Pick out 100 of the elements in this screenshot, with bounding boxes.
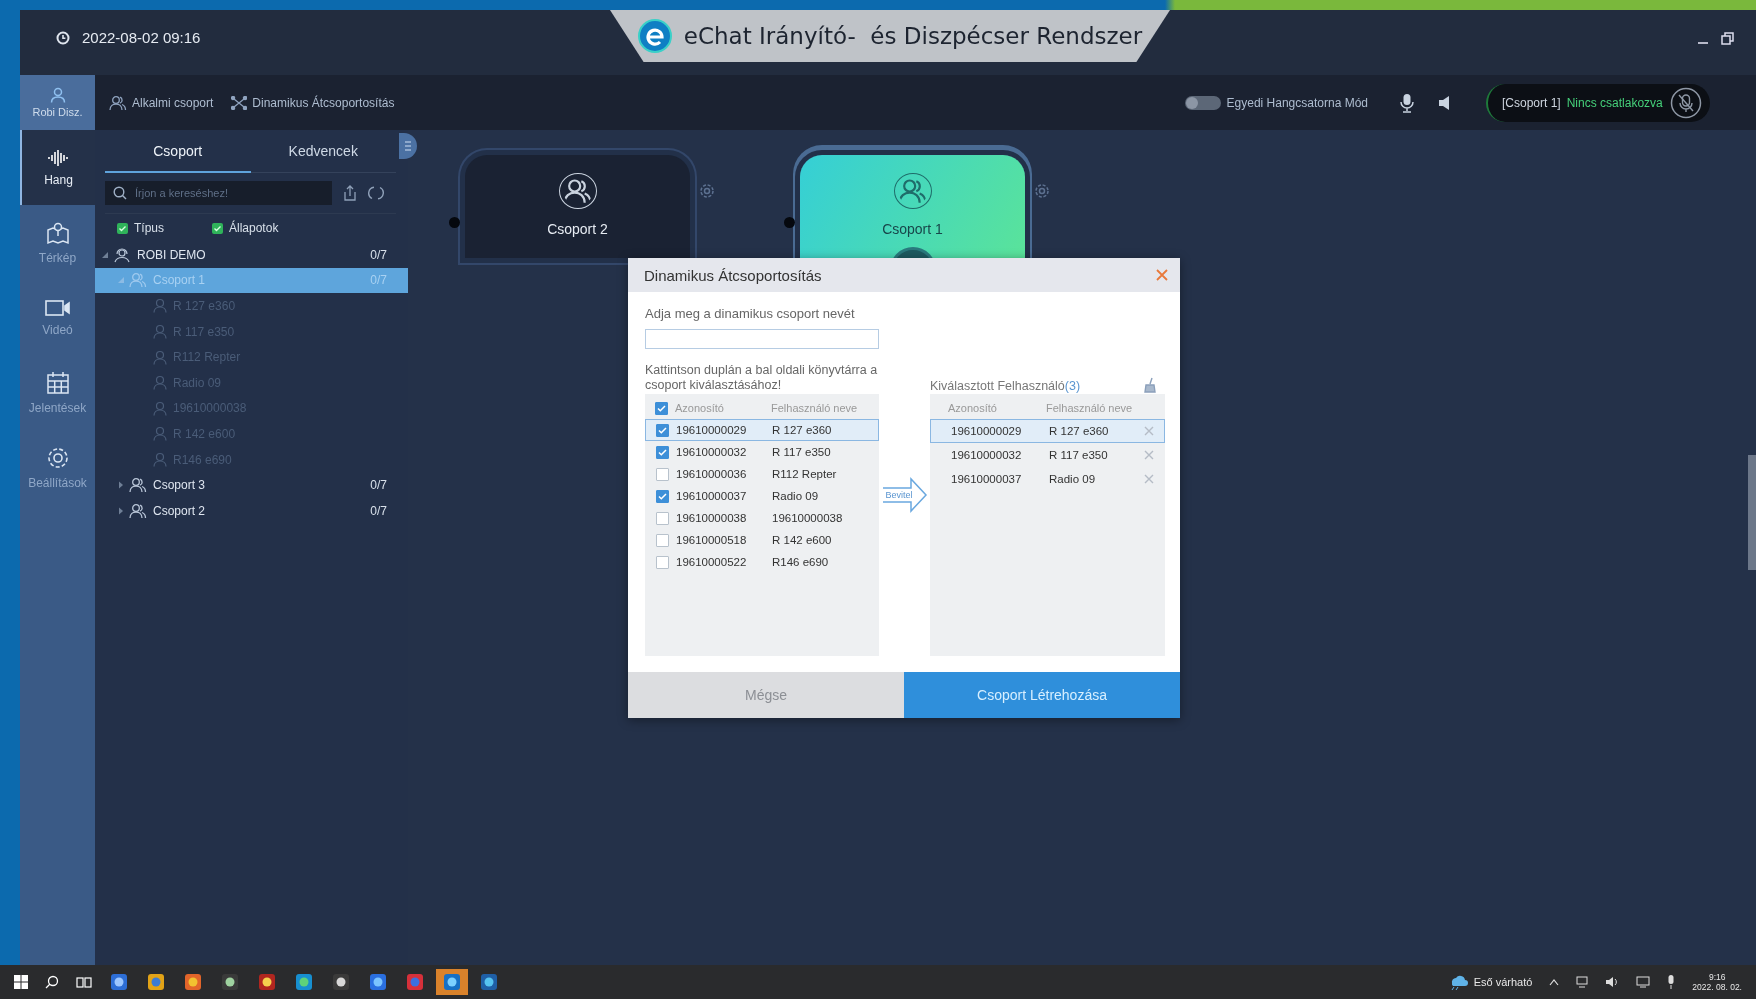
calendar-icon [45, 370, 70, 395]
app-icon[interactable] [479, 972, 499, 992]
instruction-text: Kattintson duplán a bal oldali könyvtárra a csoport kiválasztásához! [645, 363, 879, 393]
date-time: 2022-08-02 09:16 [82, 29, 201, 46]
column-header: Azonosító [948, 402, 998, 414]
table-row[interactable]: 19610000032 R 117 e350 [645, 441, 879, 463]
refresh-icon[interactable] [368, 185, 384, 201]
collapsed-caret-icon[interactable] [117, 481, 125, 490]
active-app-icon[interactable] [436, 969, 468, 995]
person-icon [153, 375, 167, 391]
microphone-icon[interactable] [1667, 975, 1676, 989]
collapsed-caret-icon[interactable] [117, 506, 125, 515]
ad-hoc-group-link[interactable]: Alkalmi csoport [109, 94, 214, 111]
headset-person-icon [113, 246, 131, 263]
person-icon [153, 426, 167, 442]
table-row[interactable]: 19610000518 R 142 e600 [645, 529, 879, 551]
row-checkbox[interactable] [656, 511, 669, 525]
handle-dot[interactable] [449, 217, 460, 228]
app-title: eChat Irányító- és Diszpécser Rendszer [683, 23, 1143, 49]
row-checkbox[interactable] [656, 423, 669, 437]
checkbox[interactable] [212, 222, 223, 234]
upload-icon[interactable] [342, 185, 358, 201]
broom-icon[interactable] [1143, 377, 1157, 393]
app-icon[interactable] [257, 972, 277, 992]
scrollbar[interactable] [1748, 455, 1756, 570]
table-cell-text: R 127 e360 [1049, 425, 1110, 437]
waveform-icon [46, 148, 71, 167]
collapse-handle[interactable] [399, 133, 417, 159]
column-header: Felhasználó neve [1046, 402, 1134, 414]
microphone-icon[interactable] [1400, 92, 1414, 113]
group-avatar-icon [558, 173, 597, 209]
nav-item[interactable]: Hang [20, 130, 95, 205]
selected-users-title: Kiválasztott Felhasználó(3) [930, 379, 1081, 393]
row-checkbox[interactable] [656, 445, 669, 459]
volume-icon[interactable] [1605, 976, 1620, 988]
task-view-icon[interactable] [76, 975, 92, 989]
tree-item[interactable]: Csoport 3 0/7 [95, 472, 408, 498]
row-checkbox[interactable] [656, 467, 669, 481]
person-icon [153, 298, 167, 314]
table-row[interactable]: 19610000037 Radio 09 [645, 485, 879, 507]
row-checkbox[interactable] [656, 555, 669, 569]
app-icon[interactable] [220, 972, 240, 992]
table-cell-text: R146 e690 [772, 556, 830, 568]
panel-tab[interactable]: Kedvencek [250, 130, 396, 173]
app-icon[interactable] [368, 972, 388, 992]
user-tile[interactable]: Robi Disz. [20, 75, 95, 130]
group-avatar-icon [893, 173, 932, 209]
table-cell-text: 19610000522 [676, 556, 748, 568]
table-cell-text: R 117 e350 [772, 446, 832, 458]
dynamic-regroup-link[interactable]: Dinamikus Átcsoportosítás [231, 95, 395, 110]
column-header: Felhasználó neve [771, 402, 859, 414]
table-cell-text: 19610000038 [772, 512, 844, 524]
table-row[interactable]: 19610000029 R 127 e360 [930, 419, 1165, 443]
chevron-up-icon[interactable] [1549, 978, 1560, 986]
table-cell-text: 19610000032 [676, 446, 748, 458]
toggle-switch[interactable] [1184, 95, 1221, 110]
person-icon [153, 349, 167, 365]
app-icon[interactable] [183, 972, 203, 992]
app-icon[interactable] [146, 972, 166, 992]
toggle-label: Egyedi Hangcsatorna Mód [1226, 95, 1368, 110]
search-field[interactable]: Írjon a kereséshez! [105, 181, 332, 205]
tree-item[interactable]: Csoport 2 0/7 [95, 497, 408, 524]
table-row[interactable]: 19610000036 R112 Repter [645, 463, 879, 485]
video-camera-icon [44, 298, 71, 317]
clock-date: 2022. 08. 02. [1692, 982, 1742, 992]
table-row[interactable]: 19610000522 R146 e690 [645, 551, 879, 573]
tree-item[interactable]: ROBI DEMO 0/7 [95, 242, 408, 268]
table-row[interactable]: 19610000037 Radio 09 [930, 467, 1165, 491]
gear-icon[interactable] [699, 183, 715, 199]
muted-microphone-icon[interactable] [1670, 86, 1702, 119]
dialog-title: Dinamikus Átcsoportosítás [644, 266, 823, 284]
gear-icon [45, 445, 70, 470]
start-icon[interactable] [14, 975, 28, 989]
table-row[interactable]: 19610000038 19610000038 [645, 507, 879, 529]
row-checkbox[interactable] [656, 489, 669, 503]
restore-icon[interactable] [1721, 32, 1734, 45]
user-name: Robi Disz. [32, 106, 83, 118]
table-cell-text: 19610000029 [676, 424, 748, 436]
search-icon [113, 186, 127, 200]
group-icon [129, 502, 147, 519]
panel-tab[interactable]: Csoport [105, 130, 251, 173]
checkbox[interactable] [117, 222, 128, 234]
select-all-checkbox[interactable] [655, 401, 668, 415]
search-icon[interactable] [45, 975, 59, 989]
group-name-field[interactable] [645, 329, 879, 349]
person-icon [49, 87, 66, 103]
table-row[interactable]: 19610000032 R 117 e350 [930, 443, 1165, 467]
gear-icon[interactable] [1034, 183, 1050, 199]
table-row[interactable]: 19610000029 R 127 e360 [645, 419, 879, 441]
table-cell-text: Radio 09 [1049, 473, 1097, 485]
clock-time: 9:16 [1708, 972, 1726, 982]
table-cell-text: 19610000518 [676, 534, 748, 546]
app-icon[interactable] [331, 972, 351, 992]
row-checkbox[interactable] [656, 533, 669, 547]
handle-dot[interactable] [784, 217, 795, 228]
people-icon [109, 94, 127, 111]
app-icon[interactable] [109, 972, 129, 992]
app-icon[interactable] [294, 972, 314, 992]
person-icon [153, 400, 167, 416]
expanded-caret-icon[interactable] [101, 250, 109, 259]
